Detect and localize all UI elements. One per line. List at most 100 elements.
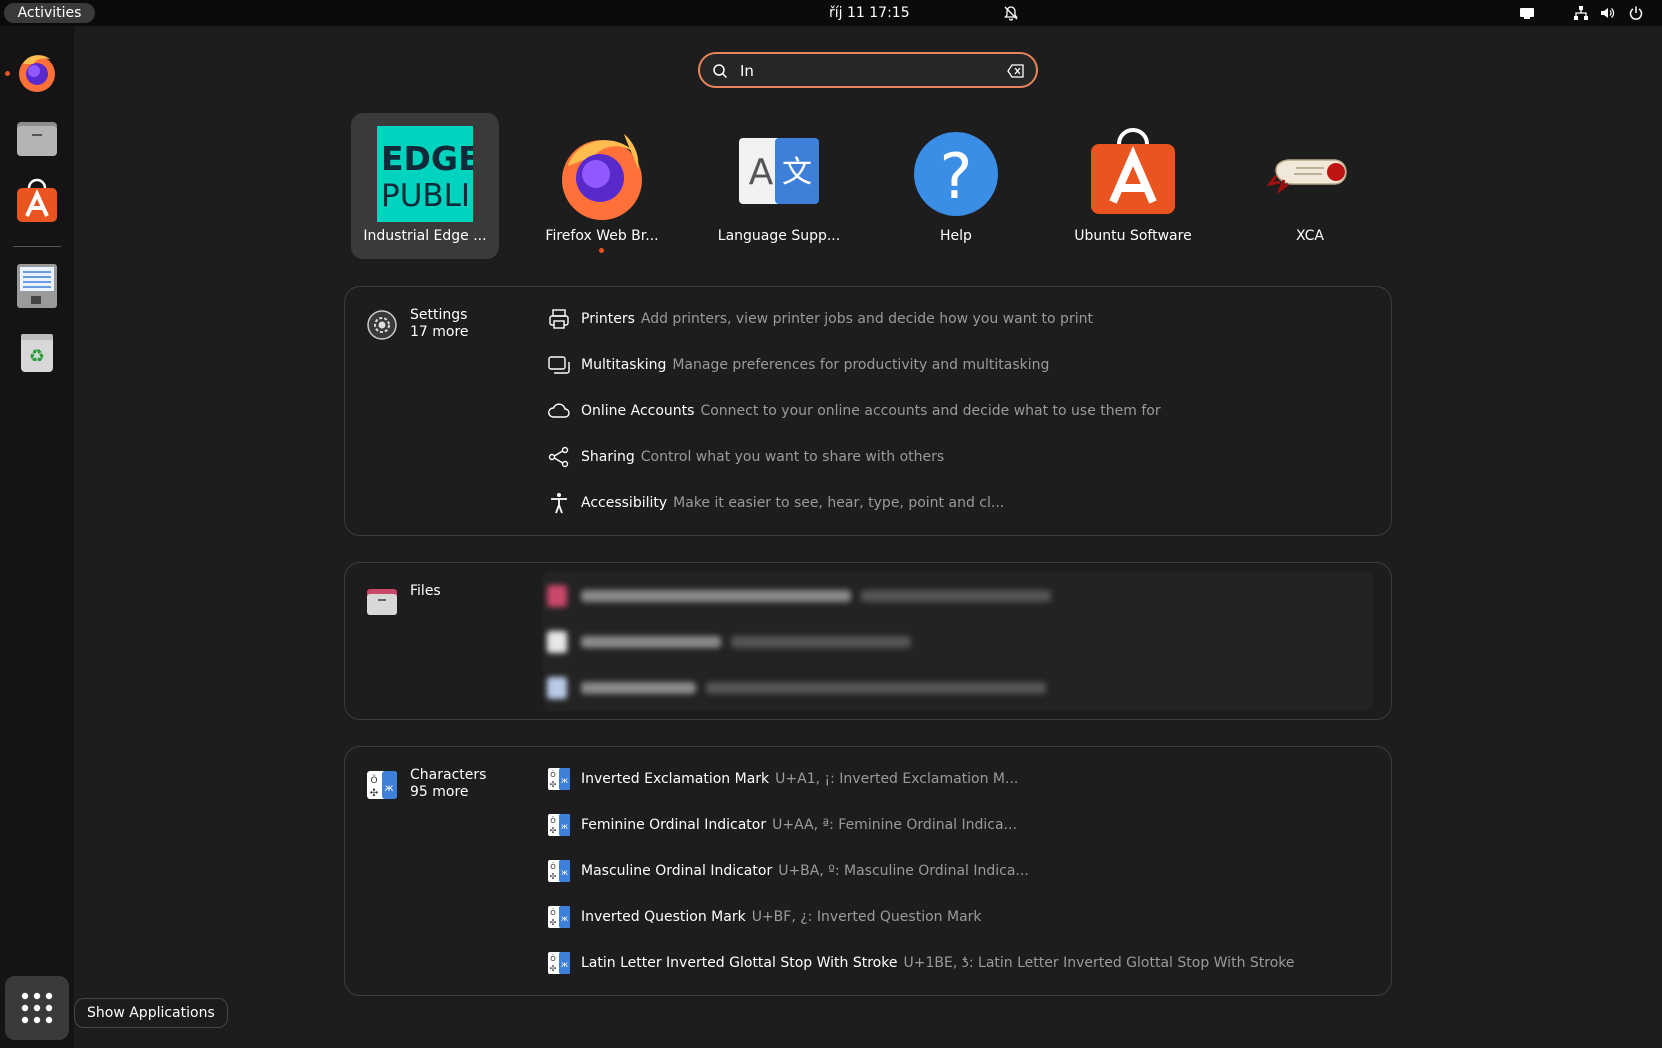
provider-more-count[interactable]: 95 more — [410, 784, 469, 800]
provider-more-count[interactable]: 17 more — [410, 324, 469, 340]
network-icon[interactable] — [1573, 5, 1589, 21]
svg-text:ж: ж — [561, 822, 568, 831]
settings-result-sharing[interactable]: Sharing Control what you want to share w… — [547, 439, 944, 475]
character-result[interactable]: Ö ✣ ж Masculine Ordinal Indicator U+BA, º:… — [547, 853, 1029, 889]
redacted-file-result[interactable] — [547, 631, 911, 653]
svg-text:ж: ж — [561, 868, 568, 877]
app-language-support[interactable]: A文 Language Supp... — [705, 113, 853, 259]
app-label: XCA — [1296, 228, 1324, 244]
svg-text:Ö: Ö — [370, 775, 377, 786]
dock-disk-image-icon[interactable] — [13, 262, 61, 310]
settings-result-online-accounts[interactable]: Online Accounts Connect to your online a… — [547, 393, 1161, 429]
character-result[interactable]: Ö ✣ ж Latin Letter Inverted Glottal Stop W… — [547, 945, 1295, 981]
svg-text:✣: ✣ — [550, 964, 557, 973]
files-results-panel: Files — [344, 562, 1392, 720]
result-title: Sharing — [581, 449, 635, 465]
app-industrial-edge[interactable]: EDGE PUBLI Industrial Edge ... — [351, 113, 499, 259]
ubuntu-software-icon — [1085, 126, 1181, 222]
dock-separator — [13, 246, 61, 247]
svg-text:✣: ✣ — [550, 872, 557, 881]
share-icon — [547, 445, 571, 469]
bell-icon[interactable] — [1003, 5, 1019, 21]
result-description: Control what you want to share with othe… — [640, 449, 945, 465]
result-title: Online Accounts — [581, 403, 695, 419]
result-title: Printers — [581, 311, 635, 327]
running-indicator — [5, 71, 10, 76]
characters-icon: Ö ✣ ж — [547, 859, 571, 883]
result-description: U+AA, ª: Feminine Ordinal Indica... — [772, 817, 1017, 833]
clock[interactable]: říj 11 17:15 — [829, 3, 910, 23]
volume-icon[interactable] — [1599, 5, 1615, 21]
dock-ubuntu-software-icon[interactable] — [13, 178, 61, 226]
dock: ♻ — [0, 26, 74, 1048]
character-result[interactable]: Ö ✣ ж Feminine Ordinal Indicator U+AA, ª: … — [547, 807, 1017, 843]
character-result[interactable]: Ö ✣ ж Inverted Exclamation Mark U+A1, ¡: I… — [547, 761, 1018, 797]
app-grid-icon — [21, 992, 53, 1024]
result-description: Make it easier to see, hear, type, point… — [673, 495, 1005, 511]
clear-search-icon[interactable] — [1007, 63, 1025, 79]
search-icon — [713, 64, 728, 79]
show-applications-tooltip: Show Applications — [74, 998, 228, 1028]
provider-name: Characters — [410, 767, 487, 783]
svg-text:✣: ✣ — [370, 788, 378, 799]
result-title: Inverted Question Mark — [581, 909, 746, 925]
character-result[interactable]: Ö ✣ ж Inverted Question Mark U+BF, ¿: Inve… — [547, 899, 982, 935]
result-description: U+A1, ¡: Inverted Exclamation M... — [775, 771, 1019, 787]
characters-results-panel: Ö ✣ ж Characters 95 more Ö ✣ ж Inverted Excl… — [344, 746, 1392, 996]
svg-text:Ö: Ö — [550, 862, 556, 871]
provider-name: Files — [410, 583, 441, 599]
svg-text:A: A — [749, 152, 774, 193]
running-indicator — [599, 248, 604, 253]
result-description: Add printers, view printer jobs and deci… — [640, 311, 1093, 327]
result-title: Multitasking — [581, 357, 667, 373]
app-label: Ubuntu Software — [1074, 228, 1192, 244]
svg-text:ж: ж — [561, 914, 568, 923]
result-description: Connect to your online accounts and deci… — [700, 403, 1161, 419]
redacted-file-result[interactable] — [547, 677, 1046, 699]
characters-app-icon[interactable]: Ö ✣ ж — [366, 769, 398, 801]
activities-button[interactable]: Activities — [4, 3, 95, 23]
multitasking-icon — [547, 353, 571, 377]
app-xca[interactable]: XCA — [1236, 113, 1384, 259]
printer-icon — [547, 307, 571, 331]
power-icon[interactable] — [1628, 5, 1644, 21]
svg-text:✣: ✣ — [550, 918, 557, 927]
settings-result-accessibility[interactable]: Accessibility Make it easier to see, hea… — [547, 485, 1004, 521]
svg-text:Ö: Ö — [550, 770, 556, 779]
app-ubuntu-software[interactable]: Ubuntu Software — [1059, 113, 1207, 259]
show-applications-button[interactable] — [5, 976, 69, 1040]
result-title: Accessibility — [581, 495, 668, 511]
provider-name: Settings — [410, 307, 468, 323]
industrial-edge-icon: EDGE PUBLI — [377, 126, 473, 222]
svg-text:✣: ✣ — [550, 826, 557, 835]
search-box[interactable] — [698, 52, 1038, 88]
industrial-edge-icon-text-2: PUBLI — [381, 178, 470, 214]
result-description: U+BF, ¿: Inverted Question Mark — [751, 909, 982, 925]
cloud-icon — [547, 399, 571, 423]
settings-result-multitasking[interactable]: Multitasking Manage preferences for prod… — [547, 347, 1049, 383]
files-folder-icon[interactable] — [366, 585, 398, 617]
app-label: Help — [940, 228, 972, 244]
result-description: U+BA, º: Masculine Ordinal Indica... — [778, 863, 1029, 879]
result-title: Masculine Ordinal Indicator — [581, 863, 773, 879]
firefox-icon — [554, 126, 650, 222]
characters-icon: Ö ✣ ж — [547, 905, 571, 929]
search-input[interactable] — [740, 59, 990, 83]
result-description: U+1BE, ƾ: Latin Letter Inverted Glottal … — [903, 955, 1295, 971]
app-label: Language Supp... — [717, 228, 841, 244]
app-firefox[interactable]: Firefox Web Br... — [528, 113, 676, 259]
svg-text:ж: ж — [384, 783, 393, 794]
display-icon[interactable] — [1519, 5, 1535, 21]
dock-files-icon[interactable] — [13, 114, 61, 162]
svg-text:ж: ж — [561, 776, 568, 785]
xca-icon — [1262, 126, 1358, 222]
app-label: Firefox Web Br... — [545, 228, 659, 244]
dock-trash-icon[interactable]: ♻ — [13, 328, 61, 376]
accessibility-icon — [547, 491, 571, 515]
settings-result-printers[interactable]: Printers Add printers, view printer jobs… — [547, 301, 1093, 337]
redacted-file-result[interactable] — [547, 585, 1051, 607]
svg-text:♻: ♻ — [29, 346, 45, 367]
settings-gear-icon[interactable] — [366, 309, 398, 341]
dock-firefox-icon[interactable] — [13, 48, 61, 96]
app-help[interactable]: ? Help — [882, 113, 1030, 259]
